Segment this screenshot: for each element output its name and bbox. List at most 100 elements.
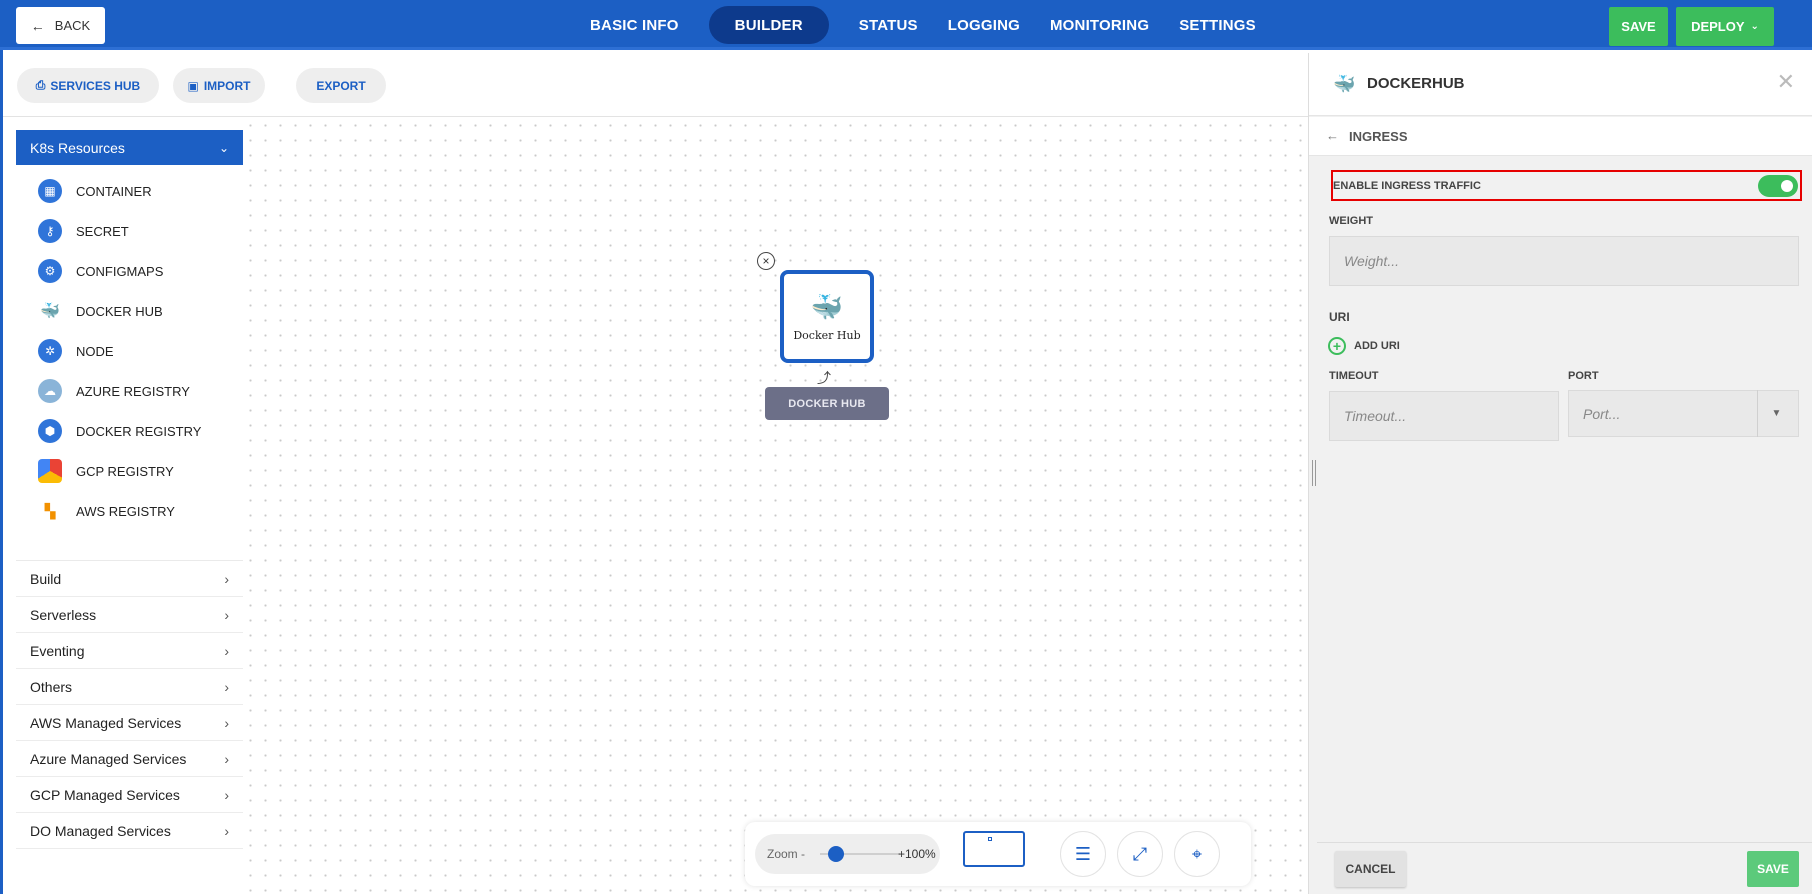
zoom-slider-group: Zoom - +100% xyxy=(755,834,940,874)
export-button[interactable]: EXPORT xyxy=(296,68,386,103)
resource-item-aws-registry[interactable]: ▚ AWS REGISTRY xyxy=(16,491,243,531)
category-label: Others xyxy=(30,678,73,695)
chevron-right-icon: › xyxy=(224,786,229,803)
resource-item-label: NODE xyxy=(76,343,114,359)
link-icon[interactable]: ⤴ xyxy=(817,368,831,388)
resource-item-docker-hub[interactable]: 🐳 DOCKER HUB xyxy=(16,291,243,331)
arrow-left-icon[interactable]: ← xyxy=(1326,128,1339,143)
panel-save-button[interactable]: SAVE xyxy=(1747,851,1799,887)
top-navigation-bar: ← BACK BASIC INFO BUILDER STATUS LOGGING… xyxy=(0,0,1812,50)
chevron-down-icon: ⌄ xyxy=(1750,21,1759,32)
timeout-input[interactable]: Timeout... xyxy=(1329,391,1559,441)
node-remove-icon[interactable]: × xyxy=(757,252,775,270)
category-serverless[interactable]: Serverless › xyxy=(16,597,243,633)
docker-hub-node[interactable]: 🐳 Docker Hub xyxy=(780,270,874,363)
tab-logging[interactable]: LOGGING xyxy=(933,6,1035,44)
chevron-right-icon: › xyxy=(224,750,229,767)
weight-label: WEIGHT xyxy=(1329,215,1373,227)
resource-item-azure-registry[interactable]: ☁ AZURE REGISTRY xyxy=(16,371,243,411)
k8s-resource-list: ▦ CONTAINER ⚷ SECRET ⚙ CONFIGMAPS 🐳 DOCK… xyxy=(16,165,243,561)
resource-item-label: CONTAINER xyxy=(76,183,152,199)
category-build[interactable]: Build › xyxy=(16,561,243,597)
back-button[interactable]: ← BACK xyxy=(16,7,105,44)
chevron-right-icon: › xyxy=(224,606,229,623)
close-icon[interactable]: ✕ xyxy=(1777,69,1795,95)
chevron-right-icon: › xyxy=(224,570,229,587)
k8s-resources-header[interactable]: K8s Resources ⌄ xyxy=(16,130,243,165)
resource-item-container[interactable]: ▦ CONTAINER xyxy=(16,171,243,211)
add-uri-label: ADD URI xyxy=(1354,340,1400,352)
docker-icon: 🐳 xyxy=(1333,74,1356,94)
category-label: Eventing xyxy=(30,642,85,659)
resource-item-gcp-registry[interactable]: GCP REGISTRY xyxy=(16,451,243,491)
section-header: ← INGRESS xyxy=(1309,117,1812,156)
docker-icon: 🐳 xyxy=(40,303,60,320)
k8s-resources-title: K8s Resources xyxy=(30,139,125,156)
node-tag: DOCKER HUB xyxy=(765,387,889,420)
resource-item-label: AZURE REGISTRY xyxy=(76,383,190,399)
services-hub-label: SERVICES HUB xyxy=(50,78,141,93)
category-do-managed-services[interactable]: DO Managed Services › xyxy=(16,813,243,849)
tab-status[interactable]: STATUS xyxy=(844,6,933,44)
resource-item-label: DOCKER REGISTRY xyxy=(76,423,202,439)
panel-resize-handle[interactable] xyxy=(1312,460,1316,486)
configmap-icon: ⚙ xyxy=(38,259,62,283)
resource-sidebar: K8s Resources ⌄ ▦ CONTAINER ⚷ SECRET ⚙ C… xyxy=(16,130,243,894)
toggle-knob xyxy=(1781,179,1793,192)
resource-item-node[interactable]: ✲ NODE xyxy=(16,331,243,371)
tab-monitoring[interactable]: MONITORING xyxy=(1035,6,1164,44)
node-label: Docker Hub xyxy=(793,328,861,342)
resource-item-label: DOCKER HUB xyxy=(76,303,163,319)
category-label: AWS Managed Services xyxy=(30,714,182,731)
resource-item-label: CONFIGMAPS xyxy=(76,263,164,279)
weight-input[interactable]: Weight... xyxy=(1329,236,1799,286)
category-label: DO Managed Services xyxy=(30,822,171,839)
main-tabs: BASIC INFO BUILDER STATUS LOGGING MONITO… xyxy=(575,6,1271,44)
import-button[interactable]: ▣ IMPORT xyxy=(173,68,265,103)
plus-icon: + xyxy=(1328,337,1346,355)
category-aws-managed-services[interactable]: AWS Managed Services › xyxy=(16,705,243,741)
category-gcp-managed-services[interactable]: GCP Managed Services › xyxy=(16,777,243,813)
save-button[interactable]: SAVE xyxy=(1609,7,1668,46)
minimap[interactable] xyxy=(963,831,1025,867)
category-others[interactable]: Others › xyxy=(16,669,243,705)
align-center-icon[interactable]: ☰ xyxy=(1060,831,1106,877)
add-uri-button[interactable]: + ADD URI xyxy=(1328,337,1400,355)
panel-title: DOCKERHUB xyxy=(1367,75,1465,92)
builder-canvas[interactable] xyxy=(243,118,1308,894)
recenter-icon[interactable]: ⌖ xyxy=(1174,831,1220,877)
zoom-controls: Zoom - +100% ☰ ⤢ ⌖ xyxy=(745,822,1251,886)
cancel-button[interactable]: CANCEL xyxy=(1335,851,1406,887)
resource-item-docker-registry[interactable]: ⬢ DOCKER REGISTRY xyxy=(16,411,243,451)
resource-item-label: GCP REGISTRY xyxy=(76,463,174,479)
port-label: PORT xyxy=(1568,370,1599,382)
enable-ingress-toggle[interactable] xyxy=(1758,174,1798,197)
arrow-left-icon: ← xyxy=(30,17,45,34)
category-label: Azure Managed Services xyxy=(30,750,187,767)
builder-toolbar: ⎙ SERVICES HUB ▣ IMPORT EXPORT xyxy=(3,53,1308,117)
minimap-node xyxy=(988,837,992,841)
zoom-label: Zoom - xyxy=(767,847,806,861)
zoom-slider-handle[interactable] xyxy=(828,846,844,862)
panel-header: 🐳 DOCKERHUB ✕ xyxy=(1309,53,1812,116)
tab-settings[interactable]: SETTINGS xyxy=(1164,6,1271,44)
gcp-registry-icon xyxy=(38,459,62,483)
resource-item-label: SECRET xyxy=(76,223,129,239)
caret-down-icon[interactable]: ▼ xyxy=(1757,390,1795,437)
chevron-right-icon: › xyxy=(224,678,229,695)
import-icon: ▣ xyxy=(187,78,199,93)
enable-ingress-label: ENABLE INGRESS TRAFFIC xyxy=(1333,179,1481,192)
services-hub-button[interactable]: ⎙ SERVICES HUB xyxy=(17,68,159,103)
category-eventing[interactable]: Eventing › xyxy=(16,633,243,669)
tab-builder[interactable]: BUILDER xyxy=(708,6,829,44)
chevron-right-icon: › xyxy=(224,642,229,659)
enable-ingress-row: ENABLE INGRESS TRAFFIC xyxy=(1331,170,1802,201)
tab-basic-info[interactable]: BASIC INFO xyxy=(575,6,694,44)
category-label: Serverless xyxy=(30,606,97,623)
fit-screen-icon[interactable]: ⤢ xyxy=(1117,831,1163,877)
category-azure-managed-services[interactable]: Azure Managed Services › xyxy=(16,741,243,777)
left-edge-bar xyxy=(0,50,3,894)
resource-item-configmaps[interactable]: ⚙ CONFIGMAPS xyxy=(16,251,243,291)
deploy-button[interactable]: DEPLOY ⌄ xyxy=(1676,7,1774,46)
resource-item-secret[interactable]: ⚷ SECRET xyxy=(16,211,243,251)
